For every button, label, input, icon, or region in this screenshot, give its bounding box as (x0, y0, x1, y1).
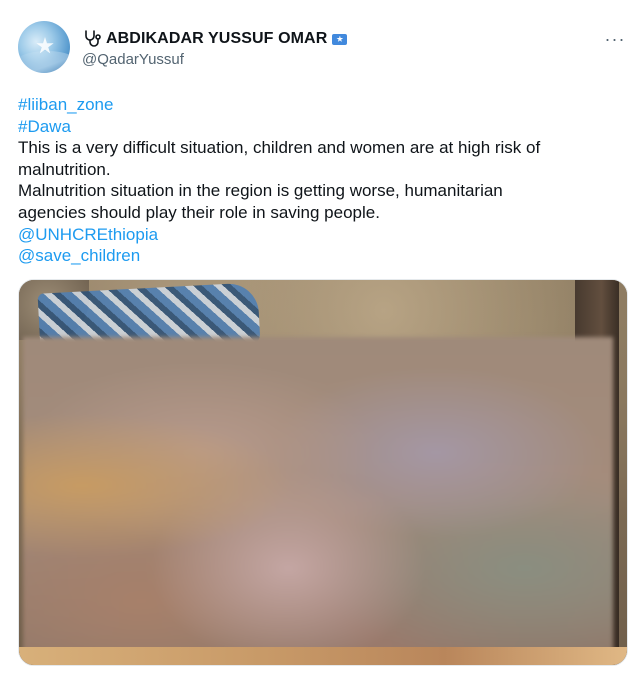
somalia-flag-icon (332, 33, 348, 45)
tweet-text-line-3: Malnutrition situation in the region is … (18, 181, 503, 201)
tweet-text-line-2: malnutrition. (18, 159, 111, 179)
display-name[interactable]: ABDIKADAR YUSSUF OMAR (106, 30, 327, 48)
tweet-card: ABDIKADAR YUSSUF OMAR @QadarYussuf ··· #… (0, 0, 640, 677)
photo-bottom-edge (19, 647, 627, 665)
author-handle[interactable]: @QadarYussuf (82, 51, 184, 68)
tweet-photo[interactable] (18, 279, 628, 666)
author-name-row[interactable]: ABDIKADAR YUSSUF OMAR (82, 28, 348, 50)
mention-save-children[interactable]: @save_children (18, 245, 622, 267)
stethoscope-icon (85, 30, 101, 47)
photo-blurred-region (23, 337, 613, 665)
hashtag-liiban-zone[interactable]: #liiban_zone (18, 94, 622, 116)
tweet-text-line-1: This is a very difficult situation, chil… (18, 138, 541, 158)
avatar-wave (18, 51, 70, 73)
tweet-text-line-4: agencies should play their role in savin… (18, 202, 380, 222)
hashtag-dawa[interactable]: #Dawa (18, 116, 622, 138)
mention-unhcr-ethiopia[interactable]: @UNHCREthiopia (18, 224, 622, 246)
more-options-button[interactable]: ··· (600, 28, 630, 50)
tweet-text: #liiban_zone #Dawa This is a very diffic… (18, 94, 622, 267)
avatar[interactable] (18, 21, 70, 73)
